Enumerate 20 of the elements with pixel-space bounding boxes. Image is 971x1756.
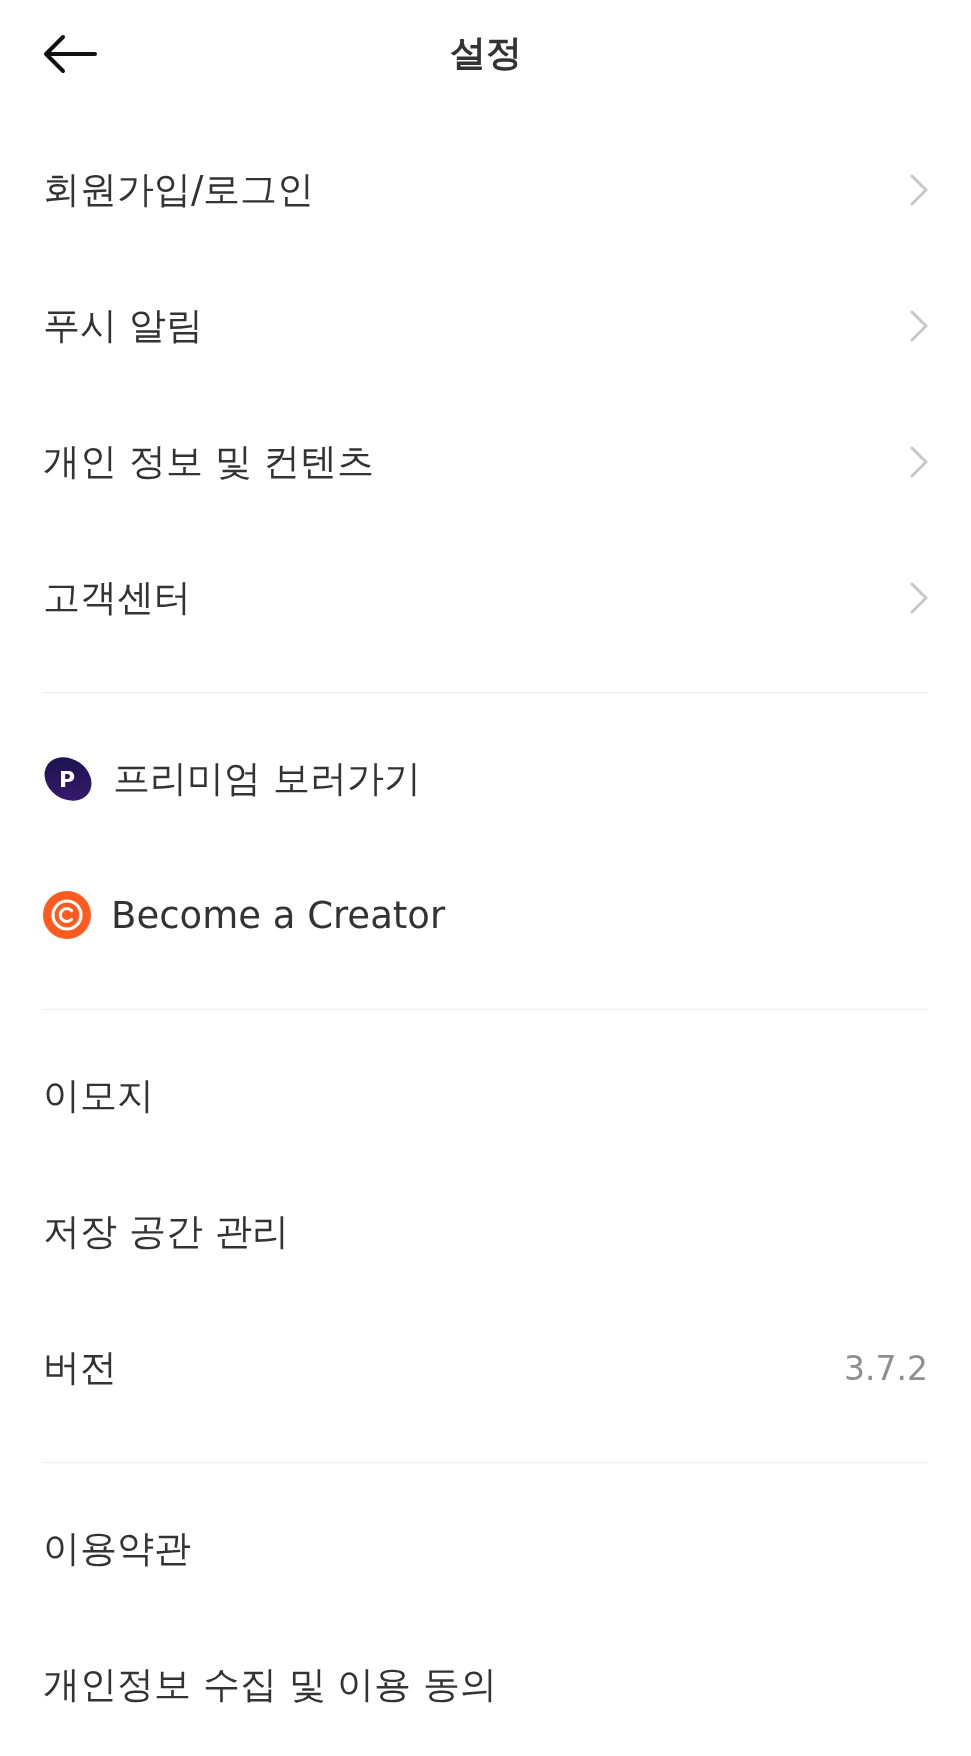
back-arrow-icon [43,34,97,74]
chevron-right-icon [910,174,928,206]
chevron-right-icon [910,446,928,478]
premium-logo-icon: P [43,755,93,803]
menu-item[interactable]: 저장 공간 관리 [0,1164,971,1300]
chevron-right-icon [910,310,928,342]
menu-item[interactable]: 고객센터 [0,530,971,666]
menu-item[interactable]: 개인 정보 및 컨텐츠 [0,394,971,530]
menu-item[interactable]: 푸시 알림 [0,258,971,394]
menu-item[interactable]: 이용약관 [0,1481,971,1617]
page-title: 설정 [449,31,522,75]
copyright-icon [43,891,91,939]
menu-item[interactable]: 개인정보 수집 및 이용 동의 [0,1617,971,1753]
chevron-right-icon [910,582,928,614]
version-label: 버전 [43,1345,117,1391]
menu-item[interactable]: 이모지 [0,1028,971,1164]
version-number: 3.7.2 [844,1348,928,1388]
menu-item[interactable]: Become a Creator [0,847,971,983]
menu-item[interactable]: 회원가입/로그인 [0,122,971,258]
menu-item[interactable]: P 프리미엄 보러가기 [0,711,971,847]
